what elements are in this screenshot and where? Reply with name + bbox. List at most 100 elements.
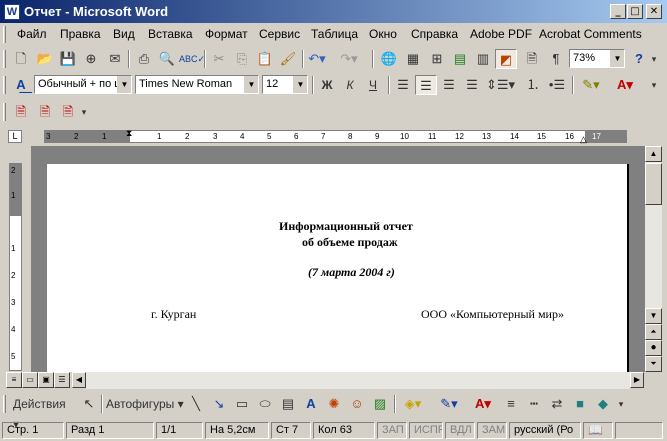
show-formatting-icon[interactable]: ¶ (545, 49, 567, 69)
clip-art-icon[interactable]: ☺ (346, 394, 368, 414)
outline-view-button[interactable]: ☰ (54, 372, 70, 388)
menu-table[interactable]: Таблица (311, 27, 358, 41)
hyperlink-icon[interactable]: 🌐 (378, 49, 400, 69)
maximize-button[interactable]: □ (627, 4, 643, 19)
undo-icon[interactable]: ↶▾ (306, 49, 328, 69)
new-document-icon[interactable]: 🗋 (10, 49, 32, 69)
close-button[interactable]: ✕ (646, 4, 662, 19)
save-icon[interactable]: 💾 (57, 49, 79, 69)
pdf-email-icon[interactable]: 🗎 (34, 102, 56, 122)
status-overtype[interactable]: ЗАМ (477, 422, 507, 439)
align-left-icon[interactable]: ☰ (392, 75, 414, 95)
menu-view[interactable]: Вид (113, 27, 135, 41)
zoom-select[interactable]: 73% ▼ (569, 49, 625, 68)
bold-button[interactable]: Ж (316, 75, 338, 95)
chevron-down-icon[interactable]: ▼ (244, 76, 258, 93)
line-spacing-icon[interactable]: ⇕☰▾ (486, 75, 515, 95)
vertical-ruler[interactable]: 2 1 1 2 3 4 5 (9, 163, 22, 371)
chevron-down-icon[interactable]: ▼ (117, 76, 131, 93)
drawing-icon[interactable]: ◩ (495, 49, 517, 69)
toolbar-options-icon[interactable]: ▾ (647, 49, 661, 69)
shadow-icon[interactable]: ■ (569, 394, 591, 414)
dash-style-icon[interactable]: ┅ (523, 394, 545, 414)
align-center-icon[interactable]: ☰ (415, 75, 437, 95)
font-select[interactable]: Times New Roman ▼ (135, 75, 259, 94)
toolbar-options-icon[interactable]: ▾ (77, 102, 91, 122)
web-layout-view-button[interactable]: ▭ (22, 372, 38, 388)
arrow-style-icon[interactable]: ⇄ (546, 394, 568, 414)
scroll-left-button[interactable]: ◀ (72, 372, 86, 388)
scroll-down-button[interactable]: ▼ (645, 308, 662, 324)
styles-icon[interactable]: A͟ (10, 75, 32, 95)
font-color-icon[interactable]: A▾ (610, 75, 640, 95)
copy-icon[interactable]: ⎘ (231, 49, 253, 69)
status-extend[interactable]: ВДЛ (445, 422, 475, 439)
minimize-button[interactable]: _ (610, 4, 626, 19)
diagram-icon[interactable]: ✺ (323, 394, 345, 414)
menu-help[interactable]: Справка (411, 27, 458, 41)
numbering-icon[interactable]: ⒈ (522, 75, 544, 95)
menu-file[interactable]: Файл (17, 27, 47, 41)
font-color-icon[interactable]: A▾ (468, 394, 498, 414)
rectangle-icon[interactable]: ▭ (231, 394, 253, 414)
next-page-button[interactable]: ⏷ (645, 356, 662, 372)
previous-page-button[interactable]: ⏶ (645, 324, 662, 340)
status-language[interactable]: русский (Ро (509, 422, 581, 439)
select-objects-icon[interactable]: ↖ (78, 394, 100, 414)
toolbar-grip[interactable] (3, 50, 6, 68)
word-app-icon[interactable]: W (4, 4, 20, 20)
insert-table-icon[interactable]: ⊞ (426, 49, 448, 69)
toolbar-grip[interactable] (3, 395, 6, 413)
chevron-down-icon[interactable]: ▼ (610, 50, 624, 67)
line-style-icon[interactable]: ≡ (500, 394, 522, 414)
fill-color-icon[interactable]: ◈▾ (398, 394, 428, 414)
highlight-icon[interactable]: ✎▾ (576, 75, 606, 95)
text-box-icon[interactable]: ▤ (277, 394, 299, 414)
wordart-icon[interactable]: A (300, 394, 322, 414)
print-layout-view-button[interactable]: ▣ (38, 372, 54, 388)
document-map-icon[interactable]: 🗎 (521, 49, 543, 69)
menubar-grip[interactable] (3, 26, 6, 43)
menu-acrobat-comments[interactable]: Acrobat Comments (539, 27, 642, 41)
paste-icon[interactable]: 📋 (254, 49, 276, 69)
tables-borders-icon[interactable]: ▦ (402, 49, 424, 69)
menu-adobe-pdf[interactable]: Adobe PDF (470, 27, 532, 41)
picture-icon[interactable]: ▨ (369, 394, 391, 414)
chevron-down-icon[interactable]: ▼ (293, 76, 307, 93)
insert-excel-icon[interactable]: ▤ (449, 49, 471, 69)
autoshapes-menu[interactable]: Автофигуры ▾ (106, 394, 184, 414)
pdf-review-icon[interactable]: 🗎 (57, 102, 79, 122)
line-icon[interactable]: ╲ (185, 394, 207, 414)
menu-edit[interactable]: Правка (60, 27, 101, 41)
style-select[interactable]: Обычный + по ц ▼ (34, 75, 132, 94)
right-indent-marker-icon[interactable]: △ (580, 134, 587, 145)
cut-icon[interactable]: ✂ (208, 49, 230, 69)
underline-button[interactable]: Ч (362, 75, 384, 95)
tab-selector[interactable]: L (8, 130, 22, 143)
justify-icon[interactable]: ☰ (461, 75, 483, 95)
scroll-up-button[interactable]: ▲ (645, 146, 662, 162)
scroll-thumb[interactable] (645, 163, 662, 205)
columns-icon[interactable]: ▥ (472, 49, 494, 69)
format-painter-icon[interactable]: 🖌 (277, 49, 299, 69)
vertical-scrollbar[interactable]: ▲ ▼ ⏶ ● ⏷ (645, 146, 662, 372)
browse-object-button[interactable]: ● (645, 340, 662, 356)
menu-window[interactable]: Окно (369, 27, 397, 41)
arrow-icon[interactable]: ↘ (208, 394, 230, 414)
permission-icon[interactable]: ⊕ (80, 49, 102, 69)
menu-format[interactable]: Формат (205, 27, 248, 41)
3d-icon[interactable]: ◆ (592, 394, 614, 414)
open-folder-icon[interactable]: 📂 (34, 49, 56, 69)
scroll-right-button[interactable]: ▶ (630, 372, 644, 388)
status-record-macro[interactable]: ЗАП (377, 422, 407, 439)
line-color-icon[interactable]: ✎▾ (434, 394, 464, 414)
toolbar-options-icon[interactable]: ▾ (647, 75, 661, 95)
draw-actions-menu[interactable]: Действия ▾ (13, 394, 73, 431)
italic-button[interactable]: К (339, 75, 361, 95)
convert-to-pdf-icon[interactable]: 🗎 (10, 102, 32, 122)
toolbar-grip[interactable] (3, 76, 6, 94)
print-icon[interactable]: ⎙ (133, 49, 155, 69)
horizontal-scroll-track[interactable] (86, 372, 630, 389)
document-page[interactable]: Информационный отчет об объеме продаж (7… (47, 164, 629, 372)
menu-tools[interactable]: Сервис (259, 27, 300, 41)
